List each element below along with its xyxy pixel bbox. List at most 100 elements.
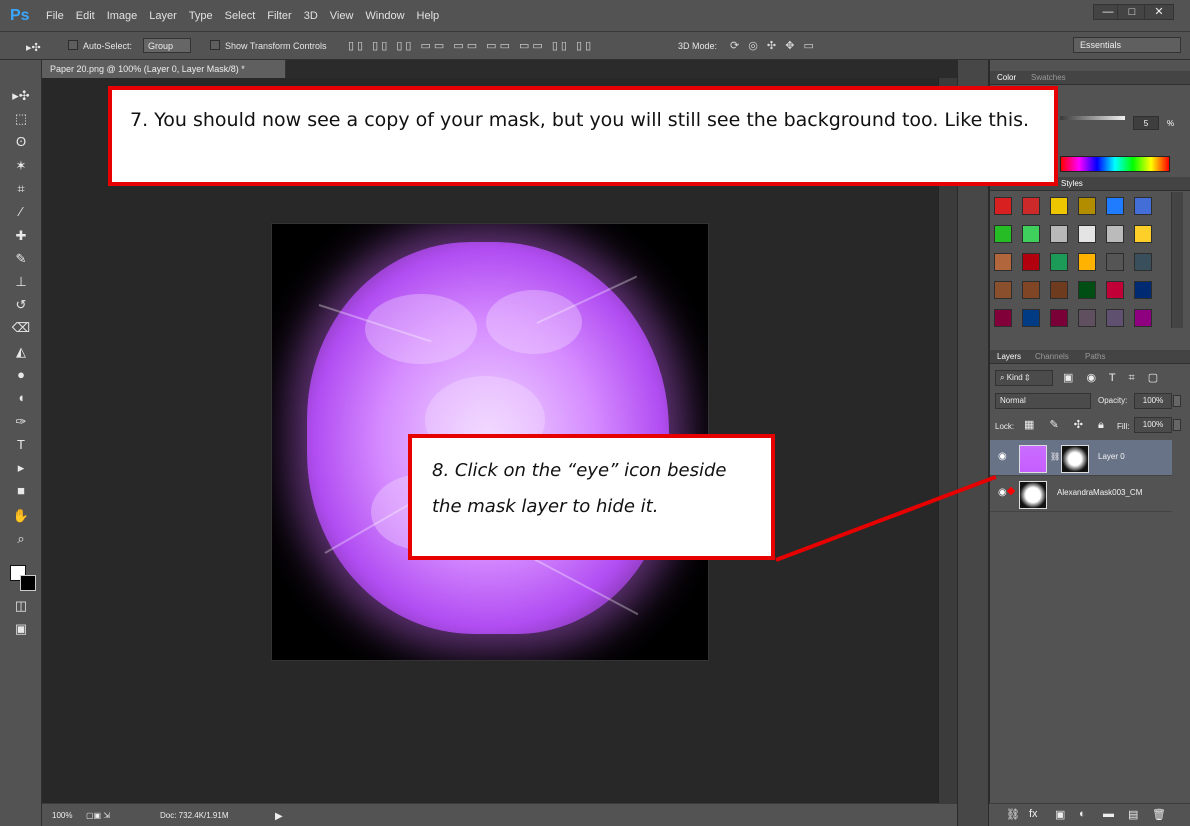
menu-file[interactable]: File — [46, 10, 64, 22]
magic-wand-icon[interactable]: ✶ — [8, 156, 34, 176]
style-swatch[interactable] — [1078, 281, 1096, 299]
canvas-vertical-scrollbar[interactable] — [938, 78, 957, 803]
color-spectrum[interactable] — [1060, 156, 1170, 172]
menu-filter[interactable]: Filter — [267, 10, 291, 22]
tab-color[interactable]: Color — [997, 73, 1016, 82]
style-swatch[interactable] — [1050, 309, 1068, 327]
style-swatch[interactable] — [1106, 281, 1124, 299]
maximize-button[interactable]: □ — [1117, 4, 1147, 20]
layer-row-layer-0[interactable]: ◉ ⛓ Layer 0 — [990, 440, 1172, 476]
quick-mask-icon[interactable]: ◫ — [8, 596, 34, 616]
status-arrow-icon[interactable]: ▶ — [275, 811, 283, 822]
style-swatch[interactable] — [1022, 253, 1040, 271]
type-tool-icon[interactable]: T — [8, 435, 34, 455]
style-swatch[interactable] — [1050, 225, 1068, 243]
menu-edit[interactable]: Edit — [76, 10, 95, 22]
eye-icon[interactable]: ◉ — [998, 451, 1007, 462]
zoom-tool-icon[interactable]: ⌕ — [8, 529, 34, 549]
style-swatch[interactable] — [1022, 281, 1040, 299]
tab-styles[interactable]: Styles — [1061, 179, 1083, 188]
style-swatch[interactable] — [1078, 197, 1096, 215]
menu-3d[interactable]: 3D — [304, 10, 318, 22]
paint-bucket-icon[interactable]: ◭ — [8, 342, 34, 362]
new-layer-icon[interactable]: ▤ — [1128, 808, 1138, 821]
screen-mode-icon[interactable]: ▣ — [8, 619, 34, 639]
style-swatch[interactable] — [1134, 281, 1152, 299]
style-swatch[interactable] — [1078, 309, 1096, 327]
style-swatch[interactable] — [1022, 225, 1040, 243]
align-icons[interactable]: ▯▯ ▯▯ ▯▯ ▭▭ ▭▭ ▭▭ ▭▭ ▯▯ ▯▯ — [348, 39, 594, 52]
blur-tool-icon[interactable]: ● — [8, 365, 34, 385]
layer-filter-icons[interactable]: ▣ ◉ T ⌗ ▢ — [1063, 371, 1163, 385]
fx-icon[interactable]: fx — [1029, 808, 1038, 820]
document-tab[interactable]: Paper 20.png @ 100% (Layer 0, Layer Mask… — [42, 60, 286, 78]
clone-stamp-icon[interactable]: ⊥ — [8, 272, 34, 292]
style-swatch[interactable] — [1050, 197, 1068, 215]
zoom-level[interactable]: 100% — [52, 811, 72, 820]
eyedropper-icon[interactable]: ∕ — [8, 202, 34, 222]
opacity-dropdown-arrow[interactable] — [1173, 395, 1181, 407]
lasso-tool-icon[interactable]: ʘ — [8, 132, 34, 152]
style-swatch[interactable] — [994, 225, 1012, 243]
workspace-dropdown[interactable]: Essentials — [1073, 37, 1181, 53]
tab-paths[interactable]: Paths — [1085, 352, 1105, 361]
crop-tool-icon[interactable]: ⌗ — [8, 179, 34, 199]
dodge-tool-icon[interactable]: ◖ — [8, 388, 34, 408]
background-color-swatch[interactable] — [20, 575, 36, 591]
pen-tool-icon[interactable]: ✑ — [8, 412, 34, 432]
style-swatch[interactable] — [1134, 197, 1152, 215]
rectangle-tool-icon[interactable]: ■ — [8, 481, 34, 501]
healing-brush-icon[interactable]: ✚ — [8, 226, 34, 246]
style-swatch[interactable] — [994, 309, 1012, 327]
layer-mask-thumbnail[interactable] — [1061, 445, 1089, 473]
eraser-icon[interactable]: ⌫ — [8, 318, 34, 338]
menu-window[interactable]: Window — [365, 10, 404, 22]
style-swatch[interactable] — [1078, 225, 1096, 243]
close-button[interactable]: ✕ — [1144, 4, 1174, 20]
style-swatch[interactable] — [1134, 225, 1152, 243]
opacity-value[interactable]: 100% — [1134, 393, 1172, 409]
path-selection-icon[interactable]: ▸ — [8, 458, 34, 478]
layer-kind-filter[interactable]: ⌕ Kind ⇕ — [995, 370, 1053, 386]
menu-view[interactable]: View — [330, 10, 354, 22]
style-swatch[interactable] — [1022, 309, 1040, 327]
menu-image[interactable]: Image — [107, 10, 138, 22]
tab-layers[interactable]: Layers — [997, 352, 1021, 361]
layer-row-alexandra-mask[interactable]: ◉ AlexandraMask003_CM — [990, 476, 1172, 512]
fill-value[interactable]: 100% — [1134, 417, 1172, 433]
tab-swatches[interactable]: Swatches — [1031, 73, 1066, 82]
color-value-box[interactable]: 5 — [1133, 116, 1159, 130]
menu-help[interactable]: Help — [417, 10, 440, 22]
style-swatch[interactable] — [1050, 281, 1068, 299]
style-swatch[interactable] — [1134, 309, 1152, 327]
styles-scrollbar[interactable] — [1171, 192, 1183, 328]
blend-mode-dropdown[interactable]: Normal — [995, 393, 1091, 409]
style-swatch[interactable] — [1022, 197, 1040, 215]
link-layers-icon[interactable]: ⛓ — [1006, 808, 1020, 821]
group-folder-icon[interactable]: ▬ — [1103, 808, 1114, 820]
style-swatch[interactable] — [1106, 253, 1124, 271]
brush-tool-icon[interactable]: ✎ — [8, 249, 34, 269]
style-swatch[interactable] — [994, 281, 1012, 299]
auto-select-checkbox[interactable] — [68, 40, 78, 50]
menu-layer[interactable]: Layer — [149, 10, 177, 22]
layer-name[interactable]: AlexandraMask003_CM — [1057, 488, 1142, 497]
status-view-icons[interactable]: ▢▣ ⇲ — [86, 811, 110, 820]
style-swatch[interactable] — [1050, 253, 1068, 271]
menu-type[interactable]: Type — [189, 10, 213, 22]
move-tool-icon[interactable]: ▸✣ — [26, 41, 41, 54]
style-swatch[interactable] — [1106, 309, 1124, 327]
show-transform-checkbox[interactable] — [210, 40, 220, 50]
auto-select-dropdown[interactable]: Group — [143, 38, 191, 53]
add-mask-icon[interactable]: ▣ — [1055, 808, 1065, 821]
tab-channels[interactable]: Channels — [1035, 352, 1069, 361]
menu-select[interactable]: Select — [225, 10, 256, 22]
marquee-tool-icon[interactable]: ⬚ — [8, 109, 34, 129]
style-swatch[interactable] — [994, 197, 1012, 215]
layer-name[interactable]: Layer 0 — [1098, 452, 1125, 461]
eye-icon[interactable]: ◉ — [998, 487, 1007, 498]
lock-icons[interactable]: ▦ ✎ ✣ 🔒︎ — [1024, 418, 1110, 432]
history-brush-icon[interactable]: ↺ — [8, 295, 34, 315]
delete-layer-icon[interactable]: 🗑︎ — [1152, 808, 1166, 821]
adjustment-layer-icon[interactable]: ◐ — [1079, 808, 1086, 820]
